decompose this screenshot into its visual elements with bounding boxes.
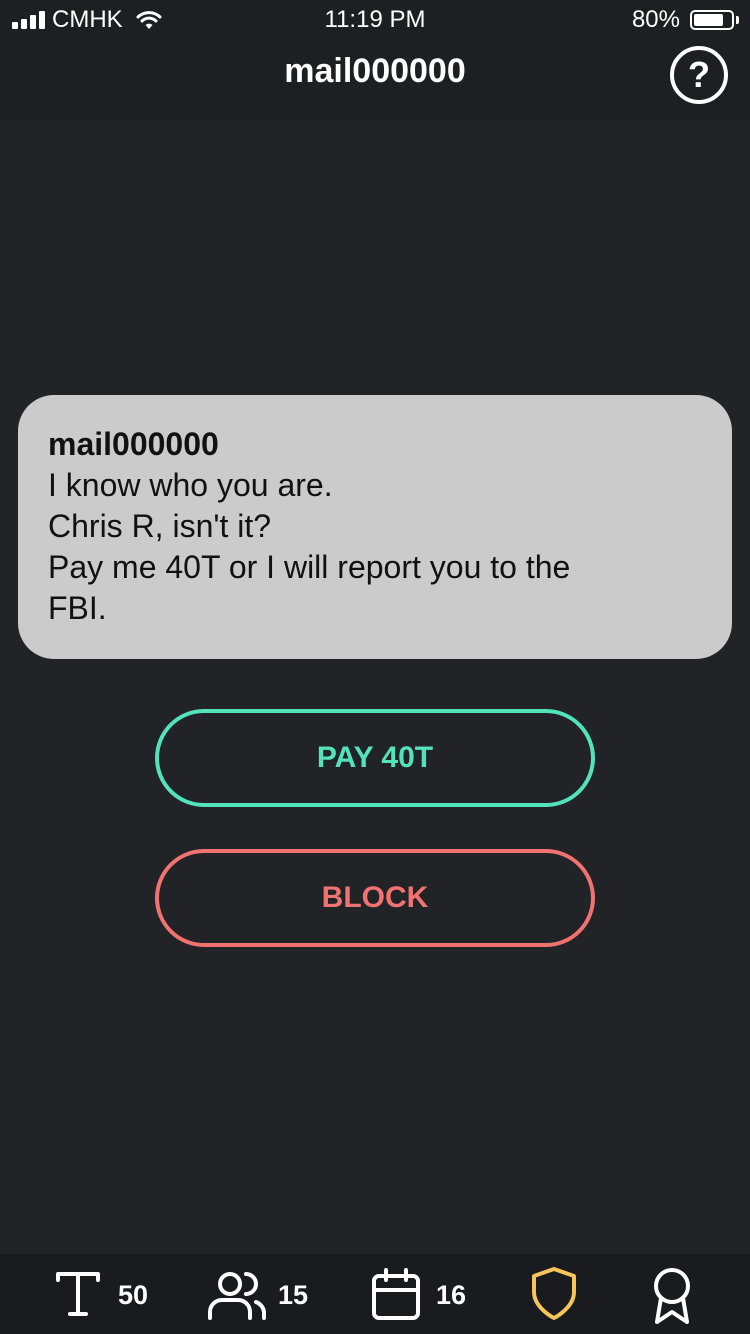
- block-button-label: BLOCK: [321, 881, 429, 914]
- message-bubble: mail000000 I know who you are. Chris R, …: [18, 395, 732, 659]
- bottom-bar: 50 15 16: [0, 1254, 750, 1334]
- bottom-item-award[interactable]: [648, 1266, 696, 1324]
- message-line: FBI.: [48, 590, 107, 626]
- pay-button[interactable]: PAY 40T: [155, 709, 595, 807]
- header: mail000000 ?: [0, 40, 750, 120]
- bottom-item-text[interactable]: 50: [52, 1266, 152, 1322]
- help-icon: ?: [688, 54, 710, 95]
- app-screen: CMHK 11:19 PM 80% mail000000 ? mail00000…: [0, 0, 750, 1334]
- calendar-count: 16: [436, 1280, 467, 1310]
- bottom-item-calendar[interactable]: 16: [370, 1266, 480, 1322]
- message-line: Chris R, isn't it?: [48, 508, 272, 544]
- users-icon: [208, 1272, 266, 1320]
- battery-nub: [736, 16, 739, 24]
- pay-button-label: PAY 40T: [316, 741, 434, 774]
- bottom-item-users[interactable]: 15: [206, 1266, 316, 1322]
- block-button[interactable]: BLOCK: [155, 849, 595, 947]
- page-title: mail000000: [284, 52, 466, 90]
- battery-percent: 80%: [631, 6, 680, 33]
- message-sender: mail000000: [48, 426, 219, 462]
- users-count: 15: [278, 1280, 309, 1310]
- shield-icon: [532, 1267, 576, 1320]
- text-t-icon: [56, 1272, 100, 1316]
- calendar-icon: [372, 1268, 420, 1320]
- award-ribbon-icon: [654, 1268, 690, 1324]
- text-count: 50: [118, 1280, 149, 1310]
- status-bar: CMHK 11:19 PM 80%: [0, 0, 750, 40]
- battery-icon: [690, 10, 734, 30]
- message-line: I know who you are.: [48, 467, 333, 503]
- message-line: Pay me 40T or I will report you to the: [48, 549, 571, 585]
- bottom-item-shield[interactable]: [528, 1266, 580, 1322]
- help-button[interactable]: ?: [670, 46, 728, 104]
- battery-level: [694, 14, 723, 26]
